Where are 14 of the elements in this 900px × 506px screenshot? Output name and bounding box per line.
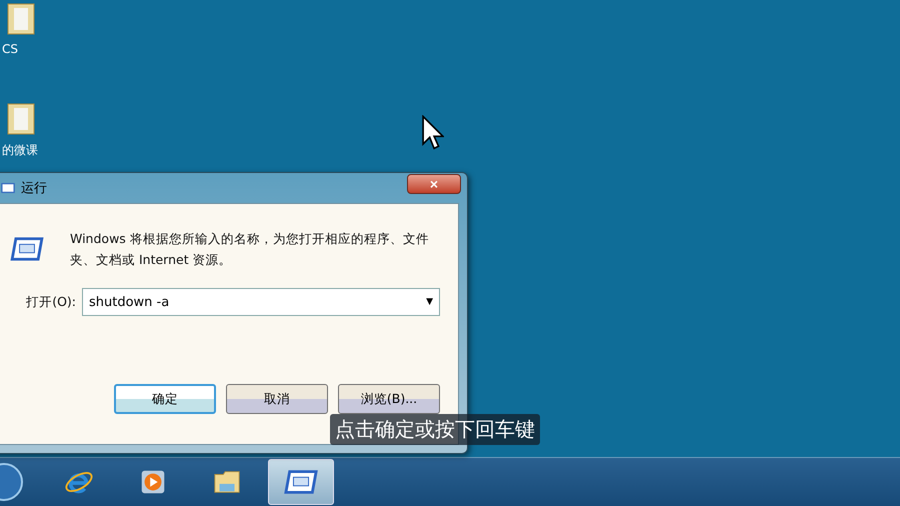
taskbar-button[interactable] bbox=[268, 459, 334, 506]
dialog-button[interactable]: 取消 bbox=[226, 384, 328, 414]
mouse-pointer-icon bbox=[422, 115, 444, 151]
run-icon bbox=[10, 236, 44, 262]
run-icon bbox=[1, 182, 15, 194]
command-combo-box[interactable]: shutdown -a ▼ bbox=[82, 288, 440, 316]
description-text: Windows 将根据您所输入的名称，为您打开相应的程序、文件夹、文档或 Internet 资源。 bbox=[70, 230, 430, 269]
dialog-button[interactable]: 确定 bbox=[114, 384, 216, 414]
desktop-icon-label[interactable]: CS bbox=[2, 42, 18, 56]
subtitle-caption: 点击确定或按下回车键 bbox=[330, 414, 540, 445]
open-label: 打开(O): bbox=[25, 294, 76, 310]
dialog-button[interactable]: 浏览(B)... bbox=[338, 384, 440, 414]
desktop-icon-label[interactable]: 的微课 bbox=[2, 142, 38, 159]
window-title: 运行 bbox=[21, 180, 48, 197]
